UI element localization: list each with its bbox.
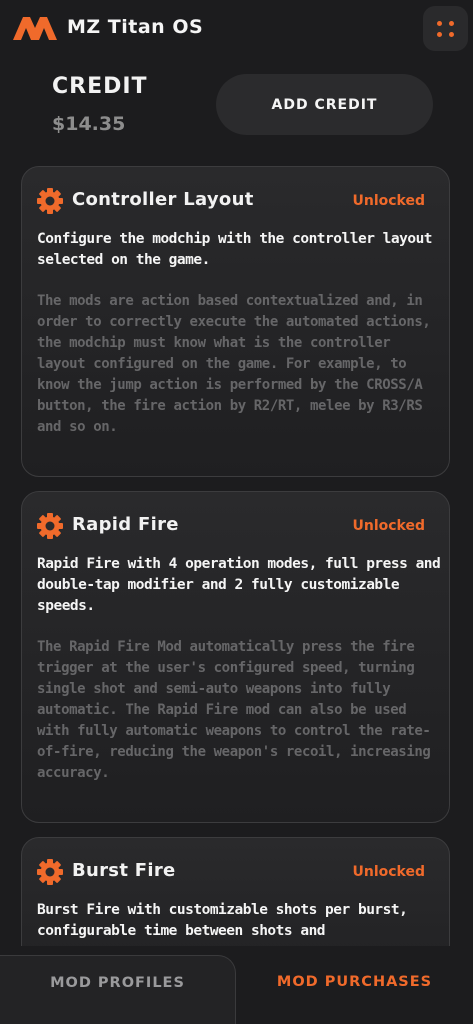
app-title: MZ Titan OS xyxy=(67,16,204,38)
menu-dot xyxy=(437,32,442,37)
mod-title: Burst Fire xyxy=(72,860,176,881)
mod-card-burst-fire[interactable]: Burst Fire Unlocked Burst Fire with cust… xyxy=(21,837,450,946)
mz-logo-icon xyxy=(13,17,57,40)
app-header: MZ Titan OS xyxy=(0,0,473,60)
tab-mod-purchases[interactable]: MOD PURCHASES xyxy=(236,955,473,1024)
mod-summary: Rapid Fire with 4 operation modes, full … xyxy=(37,556,441,614)
menu-dot xyxy=(449,32,454,37)
tab-label: MOD PROFILES xyxy=(50,975,185,991)
mod-status-badge: Unlocked xyxy=(352,518,425,534)
credit-balance: $14.35 xyxy=(52,113,126,135)
gear-icon xyxy=(37,513,63,539)
menu-button[interactable] xyxy=(423,6,468,51)
mod-status-badge: Unlocked xyxy=(352,864,425,880)
gear-icon xyxy=(37,859,63,885)
tab-label: MOD PURCHASES xyxy=(276,974,433,990)
mod-card-controller-layout[interactable]: Controller Layout Unlocked Configure the… xyxy=(21,166,450,477)
mod-title: Controller Layout xyxy=(72,189,254,210)
gear-icon xyxy=(37,188,63,214)
tab-mod-profiles[interactable]: MOD PROFILES xyxy=(0,955,236,1024)
mod-title: Rapid Fire xyxy=(72,514,179,535)
mod-list[interactable]: Controller Layout Unlocked Configure the… xyxy=(0,150,473,946)
add-credit-button[interactable]: ADD CREDIT xyxy=(216,74,433,135)
mod-status-badge: Unlocked xyxy=(352,193,425,209)
mod-card-rapid-fire[interactable]: Rapid Fire Unlocked Rapid Fire with 4 op… xyxy=(21,491,450,823)
bottom-tab-bar: MOD PROFILES MOD PURCHASES xyxy=(0,955,473,1024)
mod-summary: Burst Fire with customizable shots per b… xyxy=(37,902,408,939)
mod-description: The Rapid Fire Mod automatically press t… xyxy=(37,639,431,781)
mod-summary: Configure the modchip with the controlle… xyxy=(37,231,433,268)
menu-dot xyxy=(449,21,454,26)
menu-dots-icon xyxy=(437,21,442,26)
mod-description: The mods are action based contextualized… xyxy=(37,293,431,435)
credit-label: CREDIT xyxy=(52,74,148,99)
